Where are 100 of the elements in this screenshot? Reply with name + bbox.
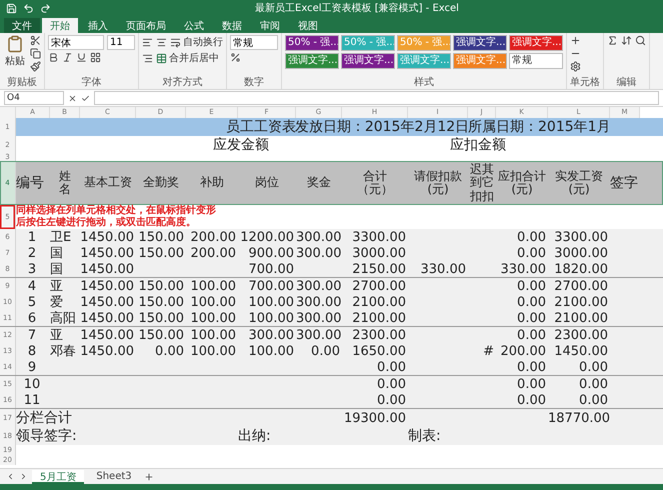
scroll-left-icon[interactable] xyxy=(6,472,15,481)
cell-style-swatch[interactable]: 强调文字... xyxy=(285,53,339,69)
formula-input[interactable] xyxy=(94,91,659,105)
ribbon-tab[interactable]: 审阅 xyxy=(252,18,288,33)
corner-cell[interactable] xyxy=(0,107,16,118)
column-heading: 基本工资 xyxy=(83,176,133,190)
search-icon[interactable] xyxy=(635,35,646,46)
table-icon[interactable] xyxy=(156,52,167,64)
italic-icon[interactable] xyxy=(62,52,73,63)
table-cell-text: 700.00 xyxy=(248,262,295,276)
file-tab[interactable]: 文件 xyxy=(4,18,40,33)
table-cell-text: 2150.00 xyxy=(351,262,407,276)
number-format-select[interactable]: 常规 xyxy=(230,35,278,50)
table-cell-text: 邓春 xyxy=(50,343,77,360)
ribbon-tab[interactable]: 公式 xyxy=(176,18,212,33)
table-cell: 300.00 xyxy=(296,246,342,260)
table-cell-text: 2300.00 xyxy=(351,328,407,342)
table-cell-text: 1450.00 xyxy=(80,310,135,326)
table-cell-text: 1450.00 xyxy=(553,344,609,358)
table-cell-text: 卫E xyxy=(50,229,72,246)
insert-icon[interactable] xyxy=(570,35,581,46)
table-cell-text: 330.00 xyxy=(500,262,547,276)
group-label: 单元格 xyxy=(570,77,600,89)
table-cell-text: 0.00 xyxy=(578,392,609,408)
ribbon-tab[interactable]: 视图 xyxy=(290,18,326,33)
align-center-icon[interactable] xyxy=(156,36,167,48)
table-cell-text: 高阳 xyxy=(50,310,77,327)
underline-icon[interactable] xyxy=(76,52,87,63)
table-cell-text: 0.00 xyxy=(516,246,547,260)
align-right-icon[interactable] xyxy=(142,52,153,64)
paste-button[interactable]: 粘贴 xyxy=(3,35,27,68)
table-cell-text: 19300.00 xyxy=(342,410,407,426)
table-cell-text: 5 xyxy=(26,294,38,310)
table-cell-text: 0.00 xyxy=(516,310,547,326)
table-cell-text: 0.00 xyxy=(310,344,341,358)
scroll-right-icon[interactable] xyxy=(19,472,28,481)
brush-icon[interactable] xyxy=(30,61,41,72)
undo-icon[interactable] xyxy=(23,2,34,14)
cell-style-swatch[interactable]: 强调文字... xyxy=(341,53,395,69)
ribbon-tab[interactable]: 数据 xyxy=(214,18,250,33)
table-cell-text: 150.00 xyxy=(138,328,185,342)
table-cell: 300.00 xyxy=(296,328,342,342)
table-cell-text: 0.00 xyxy=(376,376,407,392)
table-cell-text: 1450.00 xyxy=(80,246,135,260)
add-sheet-icon[interactable] xyxy=(144,472,154,482)
table-cell-text: 200.00 xyxy=(500,344,547,358)
table-cell-text: 200.00 xyxy=(190,246,237,260)
table-cell-text: 100.00 xyxy=(248,344,295,358)
merge-button[interactable]: 合并后居中 xyxy=(156,51,219,65)
cell-style-swatch[interactable]: 强调文字... xyxy=(453,35,507,51)
table-cell-text: 0.00 xyxy=(376,392,407,408)
table-cell-text: 7 xyxy=(26,328,38,342)
column-heading: 补助 xyxy=(199,176,225,190)
align-left-icon[interactable] xyxy=(142,36,153,48)
format-icon[interactable] xyxy=(570,61,581,72)
ribbon-tab[interactable]: 页面布局 xyxy=(118,18,174,33)
enter-icon[interactable] xyxy=(81,94,90,102)
name-box[interactable]: O4 xyxy=(4,91,64,105)
cancel-icon[interactable] xyxy=(68,94,77,102)
table-cell-text: 1 xyxy=(26,230,38,244)
table-cell-text: 1650.00 xyxy=(351,344,407,358)
ribbon-tab[interactable]: 插入 xyxy=(80,18,116,33)
border-icon[interactable] xyxy=(90,52,101,63)
cell-style-swatch[interactable]: 常规 xyxy=(509,53,563,69)
wrap-text-icon[interactable] xyxy=(170,36,181,48)
copy-icon[interactable] xyxy=(30,48,41,59)
bold-icon[interactable] xyxy=(48,52,59,63)
font-size-select[interactable]: 11 xyxy=(107,35,135,50)
column-heading: 奖金 xyxy=(306,176,332,190)
clipboard-icon[interactable] xyxy=(6,35,24,53)
sum-icon[interactable] xyxy=(607,35,618,46)
table-cell-text: 4 xyxy=(26,278,38,294)
table-cell-text: 150.00 xyxy=(138,310,185,326)
group-label: 剪贴板 xyxy=(6,77,38,89)
scissors-icon[interactable] xyxy=(30,35,41,46)
table-cell-text: 0.00 xyxy=(516,392,547,408)
font-select[interactable]: 宋体 xyxy=(48,35,104,50)
table-cell: 300.00 xyxy=(296,278,342,294)
table-cell-text: 150.00 xyxy=(138,246,185,260)
table-cell-text: 900.00 xyxy=(248,246,295,260)
column-heading: 合计（元） xyxy=(356,170,394,196)
cell-style-swatch[interactable]: 强调文字... xyxy=(509,35,563,51)
table-cell-text: 1450.00 xyxy=(80,328,135,342)
signature-label: 出纳: xyxy=(238,427,272,445)
sheet-tab[interactable]: 5月工资 xyxy=(32,470,84,484)
group-label: 样式 xyxy=(413,77,435,89)
percent-icon[interactable] xyxy=(230,52,241,63)
table-cell-text: 2100.00 xyxy=(351,310,407,326)
wrap-text-button[interactable]: 自动换行 xyxy=(170,35,223,49)
table-cell-text: 1450.00 xyxy=(80,262,135,276)
save-icon[interactable] xyxy=(6,2,17,14)
ribbon-tab[interactable]: 开始 xyxy=(42,18,78,33)
redo-icon[interactable] xyxy=(40,2,51,14)
sheet-tab[interactable]: Sheet3 xyxy=(88,470,140,484)
table-cell-text: 100.00 xyxy=(248,310,295,326)
group-heading: 应发金额 xyxy=(213,136,269,154)
table-cell-text: 0.00 xyxy=(516,376,547,392)
table-cell-text: 0.00 xyxy=(516,360,547,374)
sort-icon[interactable] xyxy=(621,35,632,46)
table-cell-text: 爱 xyxy=(50,294,64,311)
